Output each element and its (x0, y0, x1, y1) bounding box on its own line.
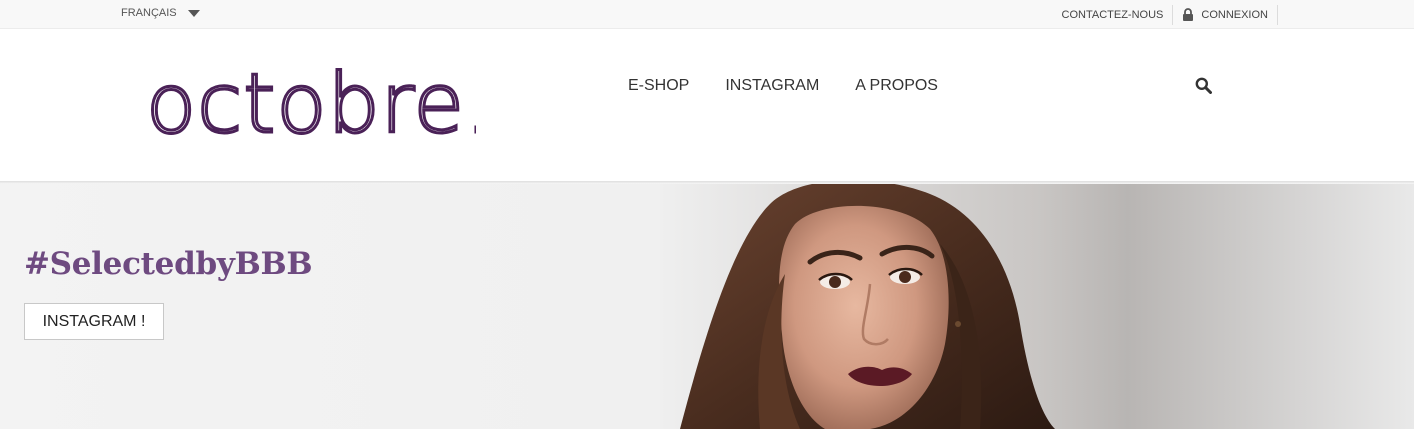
top-utility-bar: FRANÇAIS CONTACTEZ-NOUS CONNEXION (0, 0, 1414, 29)
instagram-button[interactable]: INSTAGRAM ! (24, 303, 164, 340)
nav-instagram[interactable]: INSTAGRAM (725, 77, 819, 95)
main-nav: E-SHOP INSTAGRAM A PROPOS (628, 77, 974, 95)
contact-link[interactable]: CONTACTEZ-NOUS (1062, 5, 1173, 25)
hero-title: #SelectedbyBBB (24, 246, 313, 282)
hero-photo (660, 184, 1414, 429)
main-header: octobre. E-SHOP INSTAGRAM A PROPOS (0, 29, 1414, 181)
language-selector[interactable]: FRANÇAIS (121, 7, 200, 19)
site-logo[interactable]: octobre. (110, 43, 510, 168)
top-links: CONTACTEZ-NOUS CONNEXION (1062, 0, 1278, 29)
contact-label: CONTACTEZ-NOUS (1061, 8, 1164, 21)
search-icon[interactable] (1195, 77, 1212, 94)
login-link[interactable]: CONNEXION (1172, 4, 1278, 25)
hero-banner: #SelectedbyBBB INSTAGRAM ! (0, 184, 1414, 429)
lock-icon (1183, 8, 1194, 21)
nav-eshop[interactable]: E-SHOP (628, 77, 689, 95)
logo-wordmark: octobre. (146, 66, 476, 146)
login-label: CONNEXION (1201, 8, 1268, 21)
logo-text: octobre. (146, 66, 476, 146)
caret-down-icon (187, 9, 200, 17)
nav-a-propos[interactable]: A PROPOS (855, 77, 938, 95)
language-label: FRANÇAIS (121, 7, 177, 19)
